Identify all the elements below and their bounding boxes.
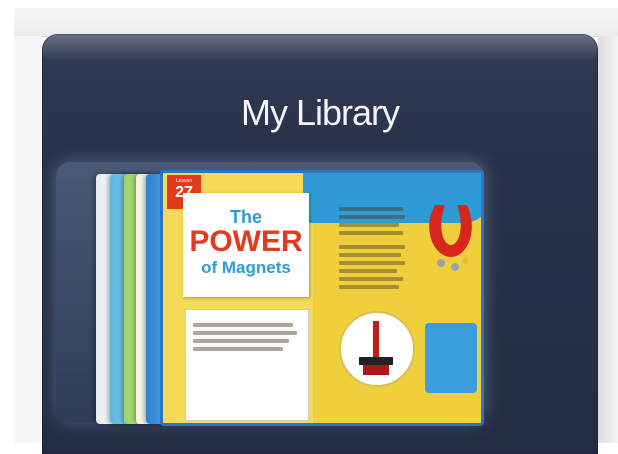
- text-line: [339, 285, 399, 289]
- text-line: [193, 347, 283, 351]
- stand-icon: [359, 321, 393, 375]
- text-line: [339, 277, 403, 281]
- text-line: [193, 323, 293, 327]
- magnet-stand-photo: [339, 311, 415, 387]
- text-line: [193, 331, 297, 335]
- text-line: [339, 253, 401, 257]
- text-line: [339, 207, 403, 211]
- horseshoe-magnet-icon: [429, 205, 472, 271]
- book-title-card: The POWER of Magnets: [183, 193, 309, 297]
- left-margin: [14, 36, 42, 443]
- book-power-of-magnets[interactable]: Lesson 27 The POWER of Magnets: [160, 170, 484, 426]
- page-title: My Library: [240, 92, 400, 133]
- right-margin: [598, 36, 618, 443]
- book-title-magnets: of Magnets: [201, 258, 291, 277]
- text-line: [339, 215, 405, 219]
- text-line: [339, 269, 397, 273]
- book-title-power: POWER: [189, 225, 303, 258]
- photo-caption-box: [425, 323, 477, 393]
- text-line: [339, 223, 399, 227]
- panel-sheen: [42, 34, 598, 60]
- text-line: [339, 261, 405, 265]
- text-line: [339, 231, 403, 235]
- text-line: [193, 339, 289, 343]
- top-bar: [14, 8, 618, 37]
- text-line: [339, 245, 405, 249]
